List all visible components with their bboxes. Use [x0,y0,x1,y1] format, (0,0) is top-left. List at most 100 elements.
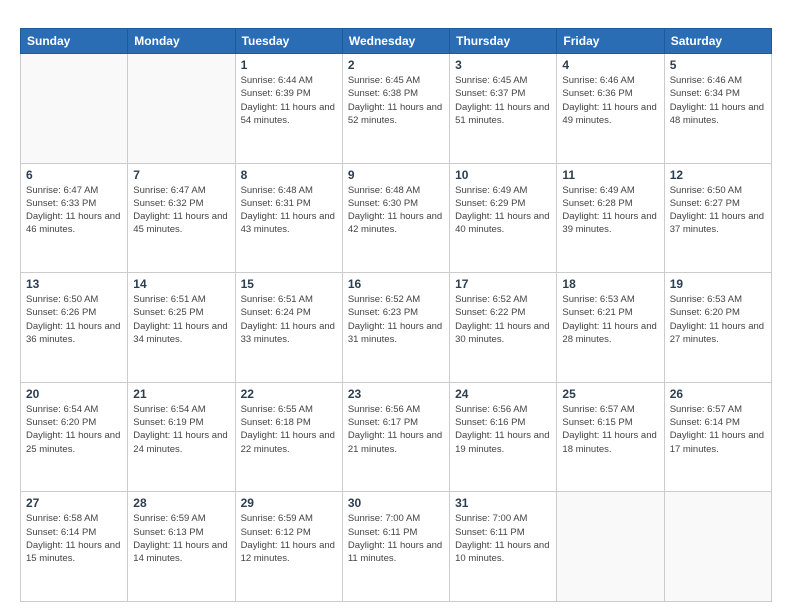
day-number: 25 [562,387,658,401]
day-info: Sunrise: 6:45 AMSunset: 6:38 PMDaylight:… [348,74,444,127]
day-number: 9 [348,168,444,182]
calendar-cell: 20 Sunrise: 6:54 AMSunset: 6:20 PMDayligh… [21,382,128,492]
day-number: 7 [133,168,229,182]
day-number: 1 [241,58,337,72]
day-number: 5 [670,58,766,72]
day-info: Sunrise: 7:00 AMSunset: 6:11 PMDaylight:… [348,512,444,565]
calendar-cell: 12 Sunrise: 6:50 AMSunset: 6:27 PMDayligh… [664,163,771,273]
day-info: Sunrise: 6:50 AMSunset: 6:27 PMDaylight:… [670,184,766,237]
day-number: 23 [348,387,444,401]
day-info: Sunrise: 6:59 AMSunset: 6:13 PMDaylight:… [133,512,229,565]
day-number: 15 [241,277,337,291]
calendar-cell: 26 Sunrise: 6:57 AMSunset: 6:14 PMDayligh… [664,382,771,492]
day-number: 11 [562,168,658,182]
calendar-cell: 19 Sunrise: 6:53 AMSunset: 6:20 PMDayligh… [664,273,771,383]
day-number: 26 [670,387,766,401]
day-info: Sunrise: 6:55 AMSunset: 6:18 PMDaylight:… [241,403,337,456]
week-row-1: 1 Sunrise: 6:44 AMSunset: 6:39 PMDaylight… [21,54,772,164]
day-info: Sunrise: 6:54 AMSunset: 6:20 PMDaylight:… [26,403,122,456]
calendar-cell: 10 Sunrise: 6:49 AMSunset: 6:29 PMDayligh… [450,163,557,273]
calendar-cell: 31 Sunrise: 7:00 AMSunset: 6:11 PMDayligh… [450,492,557,602]
day-number: 17 [455,277,551,291]
day-info: Sunrise: 6:51 AMSunset: 6:25 PMDaylight:… [133,293,229,346]
calendar-cell [21,54,128,164]
calendar-cell: 5 Sunrise: 6:46 AMSunset: 6:34 PMDaylight… [664,54,771,164]
day-info: Sunrise: 6:53 AMSunset: 6:21 PMDaylight:… [562,293,658,346]
calendar-cell: 23Sunrise: 6:56 AMSunset: 6:17 PMDayligh… [342,382,449,492]
week-row-2: 6 Sunrise: 6:47 AMSunset: 6:33 PMDaylight… [21,163,772,273]
day-info: Sunrise: 6:49 AMSunset: 6:29 PMDaylight:… [455,184,551,237]
day-number: 2 [348,58,444,72]
calendar-cell [664,492,771,602]
weekday-header-wednesday: Wednesday [342,29,449,54]
day-info: Sunrise: 7:00 AMSunset: 6:11 PMDaylight:… [455,512,551,565]
calendar-cell: 1 Sunrise: 6:44 AMSunset: 6:39 PMDaylight… [235,54,342,164]
calendar-cell: 21Sunrise: 6:54 AMSunset: 6:19 PMDayligh… [128,382,235,492]
calendar-table: SundayMondayTuesdayWednesdayThursdayFrid… [20,28,772,602]
day-number: 24 [455,387,551,401]
day-info: Sunrise: 6:46 AMSunset: 6:34 PMDaylight:… [670,74,766,127]
day-number: 20 [26,387,122,401]
day-number: 31 [455,496,551,510]
weekday-header-monday: Monday [128,29,235,54]
calendar-cell: 27 Sunrise: 6:58 AMSunset: 6:14 PMDayligh… [21,492,128,602]
week-row-4: 20 Sunrise: 6:54 AMSunset: 6:20 PMDayligh… [21,382,772,492]
calendar-cell: 8 Sunrise: 6:48 AMSunset: 6:31 PMDaylight… [235,163,342,273]
calendar-cell: 13 Sunrise: 6:50 AMSunset: 6:26 PMDayligh… [21,273,128,383]
day-info: Sunrise: 6:54 AMSunset: 6:19 PMDaylight:… [133,403,229,456]
day-number: 13 [26,277,122,291]
day-info: Sunrise: 6:52 AMSunset: 6:22 PMDaylight:… [455,293,551,346]
calendar-cell: 30 Sunrise: 7:00 AMSunset: 6:11 PMDayligh… [342,492,449,602]
day-number: 28 [133,496,229,510]
day-number: 14 [133,277,229,291]
calendar-cell: 2 Sunrise: 6:45 AMSunset: 6:38 PMDaylight… [342,54,449,164]
calendar-cell: 15 Sunrise: 6:51 AMSunset: 6:24 PMDayligh… [235,273,342,383]
day-number: 30 [348,496,444,510]
page: General Blue SundayMondayTuesdayWednesda… [0,0,792,612]
calendar-cell: 6 Sunrise: 6:47 AMSunset: 6:33 PMDaylight… [21,163,128,273]
day-number: 29 [241,496,337,510]
day-info: Sunrise: 6:49 AMSunset: 6:28 PMDaylight:… [562,184,658,237]
calendar-cell: 25Sunrise: 6:57 AMSunset: 6:15 PMDayligh… [557,382,664,492]
day-number: 8 [241,168,337,182]
weekday-header-saturday: Saturday [664,29,771,54]
day-number: 6 [26,168,122,182]
week-row-5: 27 Sunrise: 6:58 AMSunset: 6:14 PMDayligh… [21,492,772,602]
day-info: Sunrise: 6:53 AMSunset: 6:20 PMDaylight:… [670,293,766,346]
week-row-3: 13 Sunrise: 6:50 AMSunset: 6:26 PMDayligh… [21,273,772,383]
calendar-cell: 28 Sunrise: 6:59 AMSunset: 6:13 PMDayligh… [128,492,235,602]
day-number: 3 [455,58,551,72]
calendar-cell: 29Sunrise: 6:59 AMSunset: 6:12 PMDayligh… [235,492,342,602]
weekday-header-friday: Friday [557,29,664,54]
day-info: Sunrise: 6:57 AMSunset: 6:14 PMDaylight:… [670,403,766,456]
calendar-cell: 11 Sunrise: 6:49 AMSunset: 6:28 PMDayligh… [557,163,664,273]
calendar-cell: 22 Sunrise: 6:55 AMSunset: 6:18 PMDayligh… [235,382,342,492]
day-info: Sunrise: 6:58 AMSunset: 6:14 PMDaylight:… [26,512,122,565]
day-info: Sunrise: 6:56 AMSunset: 6:16 PMDaylight:… [455,403,551,456]
calendar-cell: 24 Sunrise: 6:56 AMSunset: 6:16 PMDayligh… [450,382,557,492]
calendar-cell: 7Sunrise: 6:47 AMSunset: 6:32 PMDaylight… [128,163,235,273]
day-info: Sunrise: 6:48 AMSunset: 6:30 PMDaylight:… [348,184,444,237]
day-info: Sunrise: 6:52 AMSunset: 6:23 PMDaylight:… [348,293,444,346]
day-info: Sunrise: 6:50 AMSunset: 6:26 PMDaylight:… [26,293,122,346]
weekday-header-thursday: Thursday [450,29,557,54]
day-info: Sunrise: 6:47 AMSunset: 6:33 PMDaylight:… [26,184,122,237]
calendar-cell [128,54,235,164]
weekday-header-sunday: Sunday [21,29,128,54]
weekday-header-row: SundayMondayTuesdayWednesdayThursdayFrid… [21,29,772,54]
day-info: Sunrise: 6:44 AMSunset: 6:39 PMDaylight:… [241,74,337,127]
day-number: 16 [348,277,444,291]
day-number: 22 [241,387,337,401]
calendar-cell: 4Sunrise: 6:46 AMSunset: 6:36 PMDaylight… [557,54,664,164]
day-info: Sunrise: 6:46 AMSunset: 6:36 PMDaylight:… [562,74,658,127]
day-info: Sunrise: 6:45 AMSunset: 6:37 PMDaylight:… [455,74,551,127]
day-number: 12 [670,168,766,182]
day-info: Sunrise: 6:51 AMSunset: 6:24 PMDaylight:… [241,293,337,346]
calendar-cell: 9 Sunrise: 6:48 AMSunset: 6:30 PMDaylight… [342,163,449,273]
day-number: 19 [670,277,766,291]
day-number: 10 [455,168,551,182]
calendar-cell [557,492,664,602]
day-number: 27 [26,496,122,510]
calendar-cell: 17 Sunrise: 6:52 AMSunset: 6:22 PMDayligh… [450,273,557,383]
day-info: Sunrise: 6:48 AMSunset: 6:31 PMDaylight:… [241,184,337,237]
